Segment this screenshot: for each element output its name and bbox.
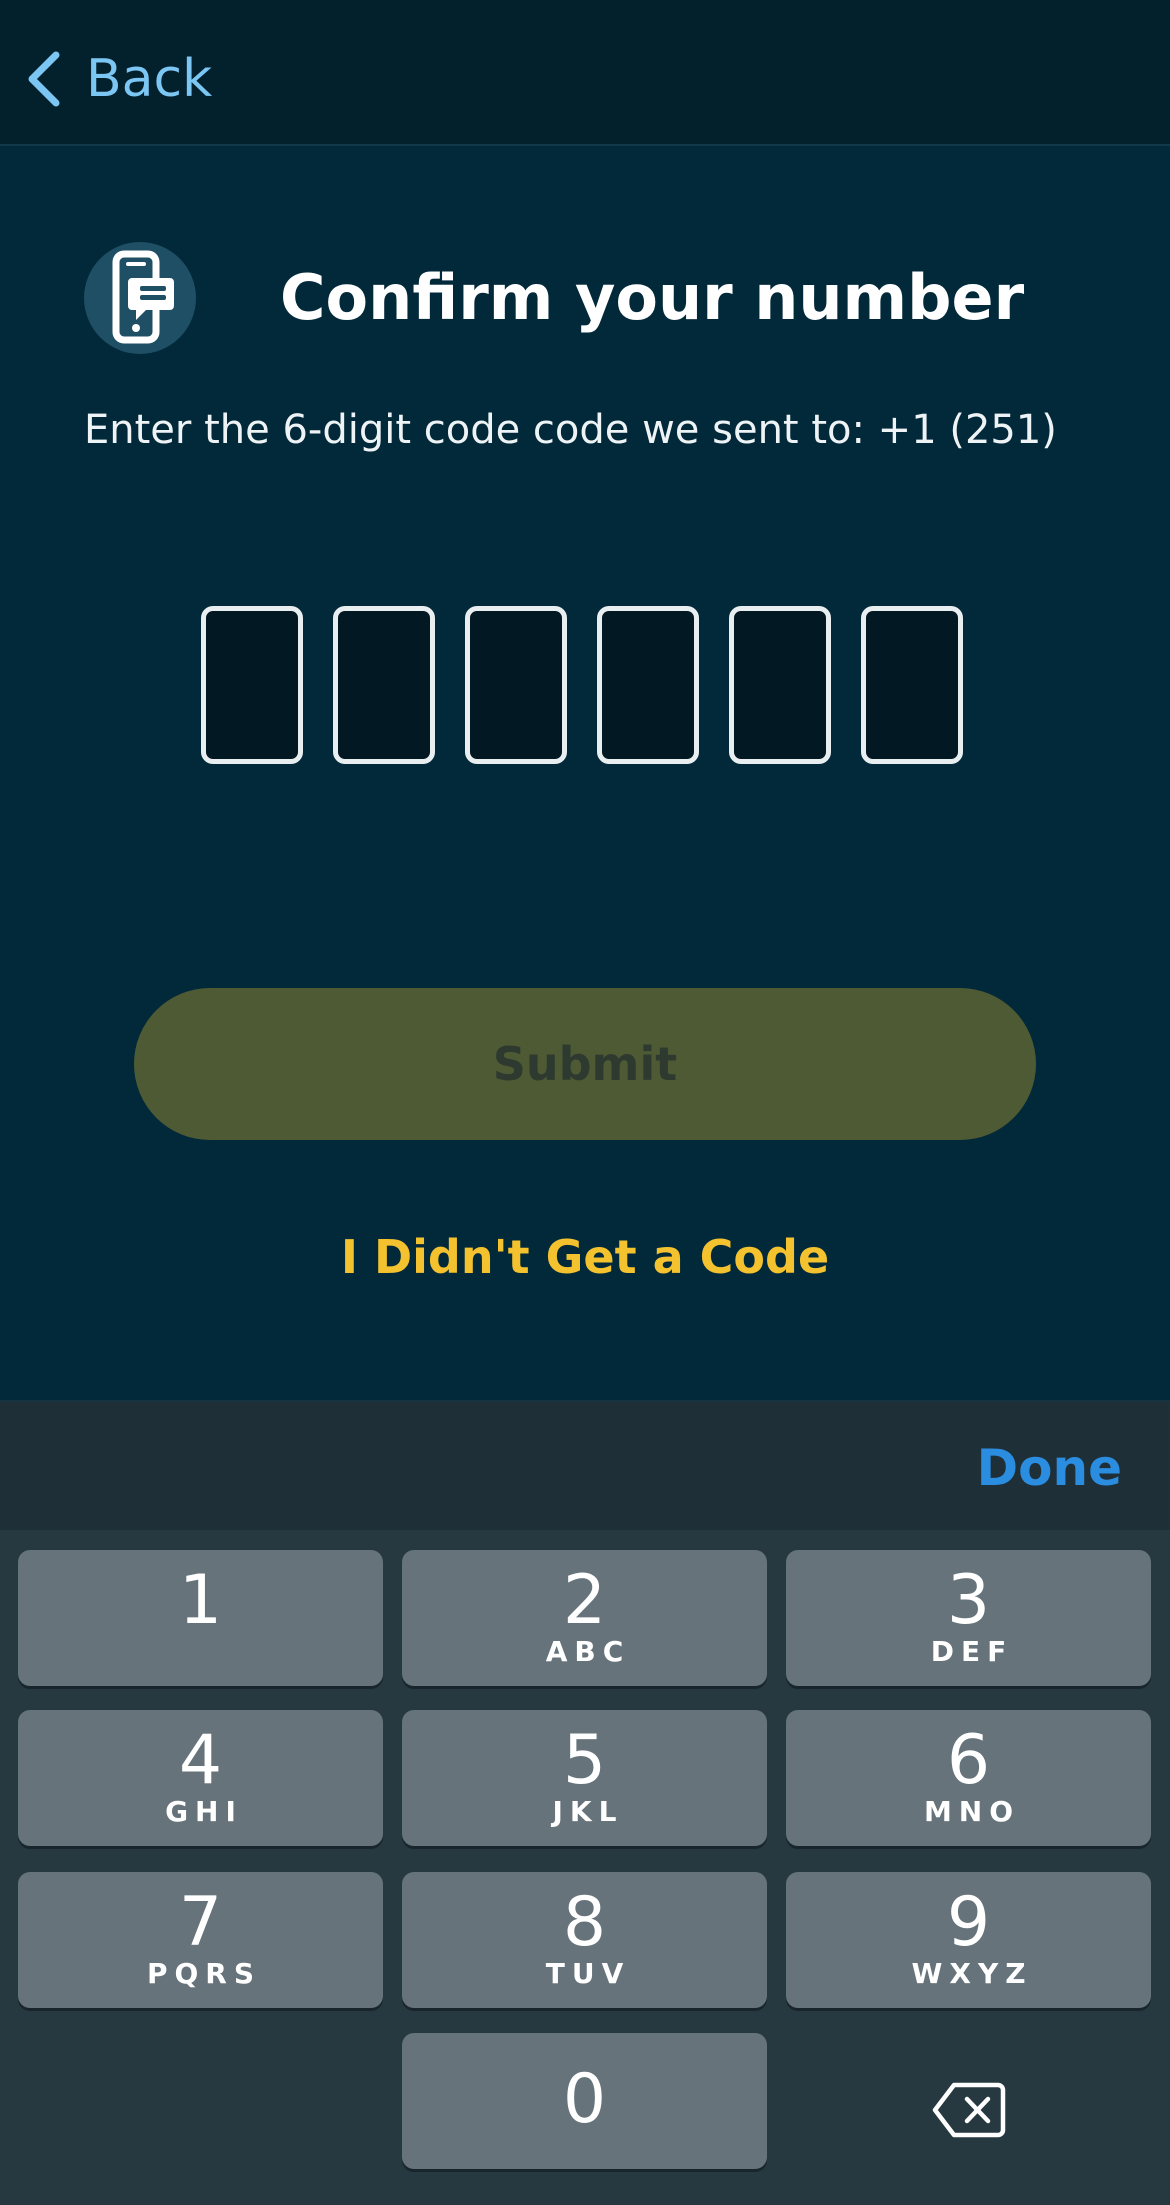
key-4[interactable]: 4 GHI (18, 1710, 383, 1846)
chevron-left-icon (28, 51, 60, 107)
didnt-get-code-link[interactable]: I Didn't Get a Code (0, 1222, 1170, 1292)
key-8[interactable]: 8 TUV (402, 1872, 767, 2008)
code-digit-2[interactable] (333, 606, 435, 764)
key-letters: TUV (545, 1957, 631, 1990)
key-6[interactable]: 6 MNO (786, 1710, 1151, 1846)
submit-button[interactable]: Submit (134, 988, 1036, 1140)
key-5[interactable]: 5 JKL (402, 1710, 767, 1846)
code-input-group (201, 606, 963, 764)
key-7[interactable]: 7 PQRS (18, 1872, 383, 2008)
navigation-bar: Back (0, 0, 1170, 146)
numeric-keypad: 1 2 ABC 3 DEF 4 GHI 5 JKL 6 MNO 7 PQRS 8 (0, 1530, 1170, 2205)
delete-key[interactable] (786, 2042, 1151, 2178)
code-digit-1[interactable] (201, 606, 303, 764)
key-2[interactable]: 2 ABC (402, 1550, 767, 1686)
back-label: Back (86, 49, 213, 109)
key-3[interactable]: 3 DEF (786, 1550, 1151, 1686)
code-instructions: Enter the 6-digit code code we sent to: … (84, 407, 1057, 453)
confirm-number-screen: Back Confirm your number Enter the 6-dig… (0, 0, 1170, 2205)
key-letters: JKL (552, 1795, 624, 1828)
key-letters: PQRS (146, 1957, 262, 1990)
key-letters: GHI (165, 1795, 243, 1828)
page-title: Confirm your number (280, 261, 1025, 334)
key-number: 6 (946, 1721, 991, 1800)
key-letters: DEF (930, 1635, 1014, 1668)
code-digit-4[interactable] (597, 606, 699, 764)
key-letters: WXYZ (911, 1957, 1033, 1990)
code-digit-6[interactable] (861, 606, 963, 764)
key-letters: MNO (923, 1795, 1021, 1828)
key-number: 1 (178, 1561, 223, 1640)
back-button[interactable]: Back (24, 46, 212, 112)
key-number: 0 (562, 2060, 607, 2139)
key-number: 8 (562, 1883, 607, 1962)
done-button[interactable]: Done (977, 1438, 1122, 1498)
key-number: 2 (562, 1561, 607, 1640)
code-digit-3[interactable] (465, 606, 567, 764)
key-number: 9 (946, 1883, 991, 1962)
key-9[interactable]: 9 WXYZ (786, 1872, 1151, 2008)
key-number: 7 (178, 1883, 223, 1962)
key-number: 5 (562, 1721, 607, 1800)
key-letters: ABC (545, 1635, 631, 1668)
keyboard-toolbar: Done (0, 1400, 1170, 1530)
key-1[interactable]: 1 (18, 1550, 383, 1686)
key-0[interactable]: 0 (402, 2033, 767, 2169)
key-number: 4 (178, 1721, 223, 1800)
key-number: 3 (946, 1561, 991, 1640)
code-digit-5[interactable] (729, 606, 831, 764)
phone-message-icon (84, 242, 196, 354)
backspace-icon (932, 2082, 1005, 2138)
